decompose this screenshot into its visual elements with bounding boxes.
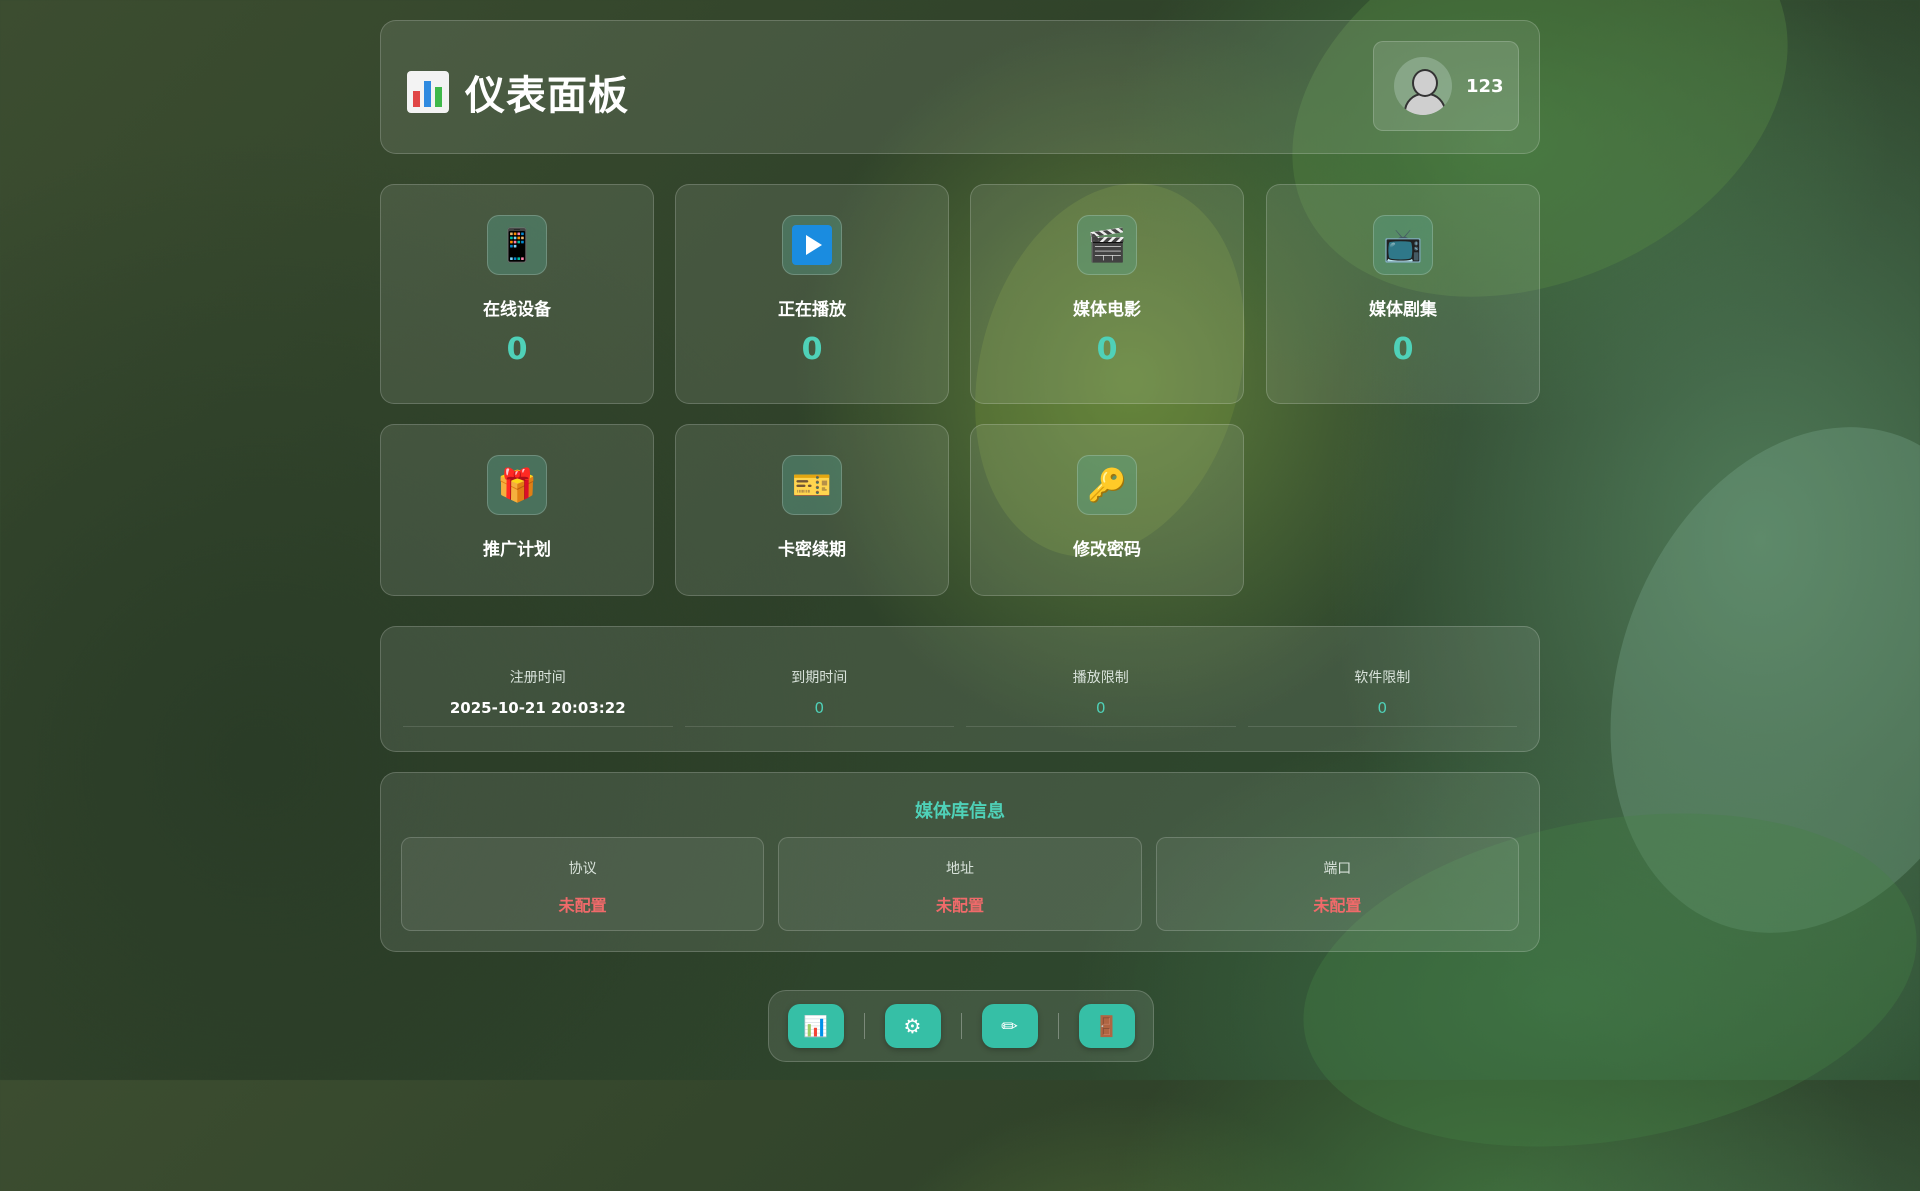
library-label: 协议	[568, 861, 597, 877]
dock-edit-button[interactable]: ✏	[981, 1004, 1038, 1048]
info-value: 0	[1095, 699, 1106, 717]
library-value: 未配置	[558, 896, 607, 915]
header-panel: 仪表面板 123	[380, 20, 1540, 154]
door-icon: 🚪	[1094, 1014, 1119, 1038]
info-label: 注册时间	[509, 670, 566, 686]
stat-label: 正在播放	[778, 300, 846, 320]
stat-value: 0	[1096, 332, 1118, 367]
gear-icon: ⚙	[903, 1014, 922, 1038]
action-label: 卡密续期	[778, 540, 846, 560]
stat-value: 0	[1392, 332, 1414, 367]
dock-divider	[960, 1013, 962, 1039]
stat-label: 媒体电影	[1073, 300, 1141, 320]
user-profile-button[interactable]: 123	[1373, 41, 1519, 131]
bar-chart-icon	[407, 71, 449, 113]
info-label: 到期时间	[791, 670, 848, 686]
user-name: 123	[1466, 75, 1504, 97]
play-button-icon	[782, 215, 842, 275]
user-avatar-icon	[1394, 57, 1452, 115]
stat-label: 在线设备	[483, 300, 551, 320]
stat-card-media-movies[interactable]: 🎬 媒体电影 0	[970, 184, 1244, 404]
dock-divider	[1057, 1013, 1059, 1039]
info-value: 2025-10-21 20:03:22	[449, 699, 626, 717]
action-label: 修改密码	[1073, 540, 1141, 560]
gift-icon: 🎁	[487, 455, 547, 515]
library-value: 未配置	[1313, 896, 1362, 915]
bottom-dock: 📊 ⚙ ✏ 🚪	[768, 990, 1154, 1062]
info-label: 软件限制	[1354, 670, 1411, 686]
clapperboard-icon: 🎬	[1077, 215, 1137, 275]
dock-divider	[863, 1013, 865, 1039]
stat-label: 媒体剧集	[1369, 300, 1437, 320]
library-protocol: 协议 未配置	[401, 837, 765, 931]
promotion-plan-button[interactable]: 🎁 推广计划	[380, 424, 654, 596]
pencil-icon: ✏	[1001, 1014, 1018, 1038]
stat-card-now-playing[interactable]: 正在播放 0	[675, 184, 949, 404]
library-address: 地址 未配置	[778, 837, 1142, 931]
dock-dashboard-button[interactable]: 📊	[787, 1004, 844, 1048]
stat-value: 0	[506, 332, 528, 367]
info-software-limit: 软件限制 0	[1247, 627, 1517, 727]
dock-settings-button[interactable]: ⚙	[884, 1004, 941, 1048]
stat-value: 0	[801, 332, 823, 367]
bar-chart-icon: 📊	[803, 1014, 828, 1038]
stat-card-online-devices[interactable]: 📱 在线设备 0	[380, 184, 654, 404]
key-icon: 🔑	[1077, 455, 1137, 515]
card-renewal-button[interactable]: 🎫 卡密续期	[675, 424, 949, 596]
info-registration-time: 注册时间 2025-10-21 20:03:22	[403, 627, 673, 727]
library-label: 端口	[1323, 861, 1352, 877]
library-port: 端口 未配置	[1155, 837, 1519, 931]
mobile-phone-icon: 📱	[487, 215, 547, 275]
library-value: 未配置	[935, 896, 984, 915]
action-label: 推广计划	[483, 540, 551, 560]
info-play-limit: 播放限制 0	[966, 627, 1236, 727]
account-info-panel: 注册时间 2025-10-21 20:03:22 到期时间 0 播放限制 0 软…	[380, 626, 1540, 752]
info-label: 播放限制	[1072, 670, 1129, 686]
dock-logout-button[interactable]: 🚪	[1078, 1004, 1135, 1048]
library-label: 地址	[945, 861, 974, 877]
television-icon: 📺	[1373, 215, 1433, 275]
page-title: 仪表面板	[407, 63, 629, 121]
media-library-title: 媒体库信息	[915, 801, 1005, 822]
info-expiry-time: 到期时间 0	[684, 627, 954, 727]
change-password-button[interactable]: 🔑 修改密码	[970, 424, 1244, 596]
info-value: 0	[1377, 699, 1388, 717]
ticket-icon: 🎫	[782, 455, 842, 515]
page-title-text: 仪表面板	[465, 73, 629, 119]
media-library-panel: 媒体库信息 协议 未配置 地址 未配置 端口 未配置	[380, 772, 1540, 952]
info-value: 0	[814, 699, 825, 717]
stat-card-media-series[interactable]: 📺 媒体剧集 0	[1266, 184, 1540, 404]
